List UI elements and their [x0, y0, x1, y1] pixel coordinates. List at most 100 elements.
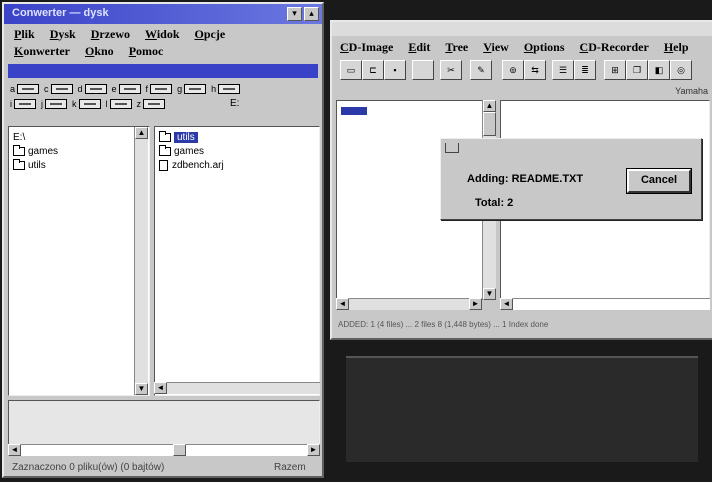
menu-drzewo[interactable]: Drzewo	[91, 27, 130, 42]
minimize-button[interactable]: ▾	[287, 7, 302, 21]
file-list-pane[interactable]: utils games zdbench.arj	[154, 126, 320, 396]
new-icon[interactable]: ▭	[340, 60, 362, 80]
scroll-thumb[interactable]	[483, 112, 496, 136]
edit-icon[interactable]: ✎	[470, 60, 492, 80]
drive-e[interactable]: e	[112, 84, 141, 94]
folder-icon	[159, 144, 171, 156]
cd-recorder-titlebar[interactable]	[332, 22, 712, 36]
menu-okno[interactable]: Okno	[85, 44, 114, 59]
scroll-down-arrow-icon[interactable]: ▼	[135, 383, 148, 395]
adding-files-dialog: Adding: README.TXT Total: 2 Cancel	[440, 138, 702, 220]
list-icon[interactable]: ☰	[552, 60, 574, 80]
save-icon[interactable]: ▪	[384, 60, 406, 80]
scroll-left-arrow-icon[interactable]: ◄	[336, 298, 349, 310]
document-icon	[159, 159, 168, 171]
hard-drive-icon	[78, 98, 101, 109]
scroll-right-arrow-icon[interactable]: ►	[307, 444, 320, 456]
recorder-icon[interactable]: ◧	[648, 60, 670, 80]
drive-k[interactable]: k	[72, 98, 101, 109]
tree-vertical-scrollbar[interactable]: ▲ ▼	[134, 127, 148, 395]
hard-drive-icon	[45, 98, 67, 109]
menu-dysk[interactable]: Dysk	[50, 27, 76, 42]
cd-tree-horizontal-scrollbar[interactable]: ◄ ►	[336, 298, 482, 310]
lower-pane[interactable]	[8, 400, 320, 450]
cd-root-item[interactable]	[341, 107, 367, 115]
drive-bar: a c d e f g h i j k l z E:	[10, 84, 320, 124]
window-title: Conwerter — dysk	[12, 7, 109, 19]
open-icon[interactable]: ⊏	[362, 60, 384, 80]
drive-f[interactable]: f	[146, 84, 173, 94]
cd-recorder-menubar: CD-Image Edit Tree View Options CD-Recor…	[340, 40, 712, 55]
cut-icon[interactable]: ✂	[440, 60, 462, 80]
copy-icon[interactable]: ❐	[626, 60, 648, 80]
current-path-label: E:	[230, 98, 240, 109]
drive-l[interactable]: l	[106, 98, 132, 109]
drive-h[interactable]: h	[211, 84, 241, 94]
drive-j[interactable]: j	[41, 98, 67, 109]
hard-drive-icon	[184, 84, 207, 94]
menu-cd-image[interactable]: CD-Image	[340, 40, 393, 55]
folder-icon	[159, 130, 171, 142]
hard-drive-icon	[118, 84, 141, 94]
scroll-thumb[interactable]	[173, 444, 186, 456]
scroll-down-arrow-icon[interactable]: ▼	[483, 288, 496, 300]
blank-icon[interactable]	[412, 60, 434, 80]
background-panel	[346, 356, 698, 462]
drive-z[interactable]: z	[137, 98, 165, 109]
status-bar-left: Zaznaczono 0 pliku(ów) (0 bajtów)	[12, 462, 165, 473]
drive-g[interactable]: g	[177, 84, 207, 94]
directory-tree-pane[interactable]: E:\ games utils	[8, 126, 150, 396]
menu-opcje[interactable]: Opcje	[195, 27, 226, 42]
tree-root[interactable]: E:\	[13, 131, 145, 143]
menu-cd-recorder[interactable]: CD-Recorder	[580, 40, 649, 55]
details-icon[interactable]: ≣	[574, 60, 596, 80]
menu-konwerter[interactable]: Konwerter	[14, 44, 70, 59]
cancel-button[interactable]: Cancel	[626, 168, 692, 194]
menu-help[interactable]: Help	[664, 40, 689, 55]
file-row[interactable]: utils	[159, 130, 315, 143]
menu-edit[interactable]: Edit	[408, 40, 430, 55]
tree-item[interactable]: games	[13, 144, 145, 157]
drive-a[interactable]: a	[10, 84, 40, 94]
drive-i[interactable]: i	[10, 98, 36, 109]
maximize-button[interactable]: ▴	[304, 7, 319, 21]
recorder-model-label: Yamaha	[675, 86, 708, 96]
hard-drive-icon	[218, 84, 241, 94]
file-row[interactable]: zdbench.arj	[159, 159, 315, 171]
binoculars-icon[interactable]: ⊚	[502, 60, 524, 80]
file-list-horizontal-scrollbar[interactable]: ◄	[154, 382, 320, 394]
file-row[interactable]: games	[159, 144, 315, 157]
menu-view[interactable]: View	[483, 40, 509, 55]
scroll-up-arrow-icon[interactable]: ▲	[135, 127, 148, 139]
menu-options[interactable]: Options	[524, 40, 565, 55]
menu-tree[interactable]: Tree	[445, 40, 468, 55]
menu-widok[interactable]: Widok	[145, 27, 179, 42]
move-icon[interactable]: ⇆	[524, 60, 546, 80]
lower-horizontal-scrollbar[interactable]: ◄ ►	[8, 444, 320, 456]
file-manager-titlebar[interactable]: Conwerter — dysk	[4, 4, 322, 24]
folder-icon	[13, 158, 25, 170]
drive-d[interactable]: d	[78, 84, 107, 94]
menubar-row-2: Konwerter Okno Pomoc	[14, 44, 322, 59]
folder-icon	[13, 144, 25, 156]
cd-recorder-toolbar: ▭ ⊏ ▪ ✂ ✎ ⊚ ⇆ ☰ ≣ ⊞ ❐ ◧ ◎	[340, 60, 712, 82]
cd-recorder-window: CD-Image Edit Tree View Options CD-Recor…	[330, 20, 712, 340]
tree-item[interactable]: utils	[13, 158, 145, 171]
network-drive-icon	[109, 98, 132, 109]
scroll-left-arrow-icon[interactable]: ◄	[8, 444, 21, 456]
scroll-left-arrow-icon[interactable]: ◄	[154, 382, 167, 394]
scroll-left-arrow-icon[interactable]: ◄	[500, 298, 513, 310]
menu-plik[interactable]: Plik	[14, 27, 35, 42]
menubar-row-1: Plik Dysk Drzewo Widok Opcje	[14, 27, 322, 42]
cd-file-horizontal-scrollbar[interactable]: ◄	[500, 298, 710, 310]
cd-status-bar: ADDED: 1 (4 files) ... 2 files 8 (1,448 …	[338, 320, 549, 329]
drive-c[interactable]: c	[44, 84, 73, 94]
menu-pomoc[interactable]: Pomoc	[129, 44, 164, 59]
tree-icon[interactable]: ⊞	[604, 60, 626, 80]
scroll-up-arrow-icon[interactable]: ▲	[483, 100, 496, 112]
cd-icon[interactable]: ◎	[670, 60, 692, 80]
child-window-titlebar[interactable]	[8, 64, 318, 78]
dialog-icon	[445, 143, 459, 153]
scroll-right-arrow-icon[interactable]: ►	[469, 298, 482, 310]
floppy-drive-icon	[17, 84, 40, 94]
